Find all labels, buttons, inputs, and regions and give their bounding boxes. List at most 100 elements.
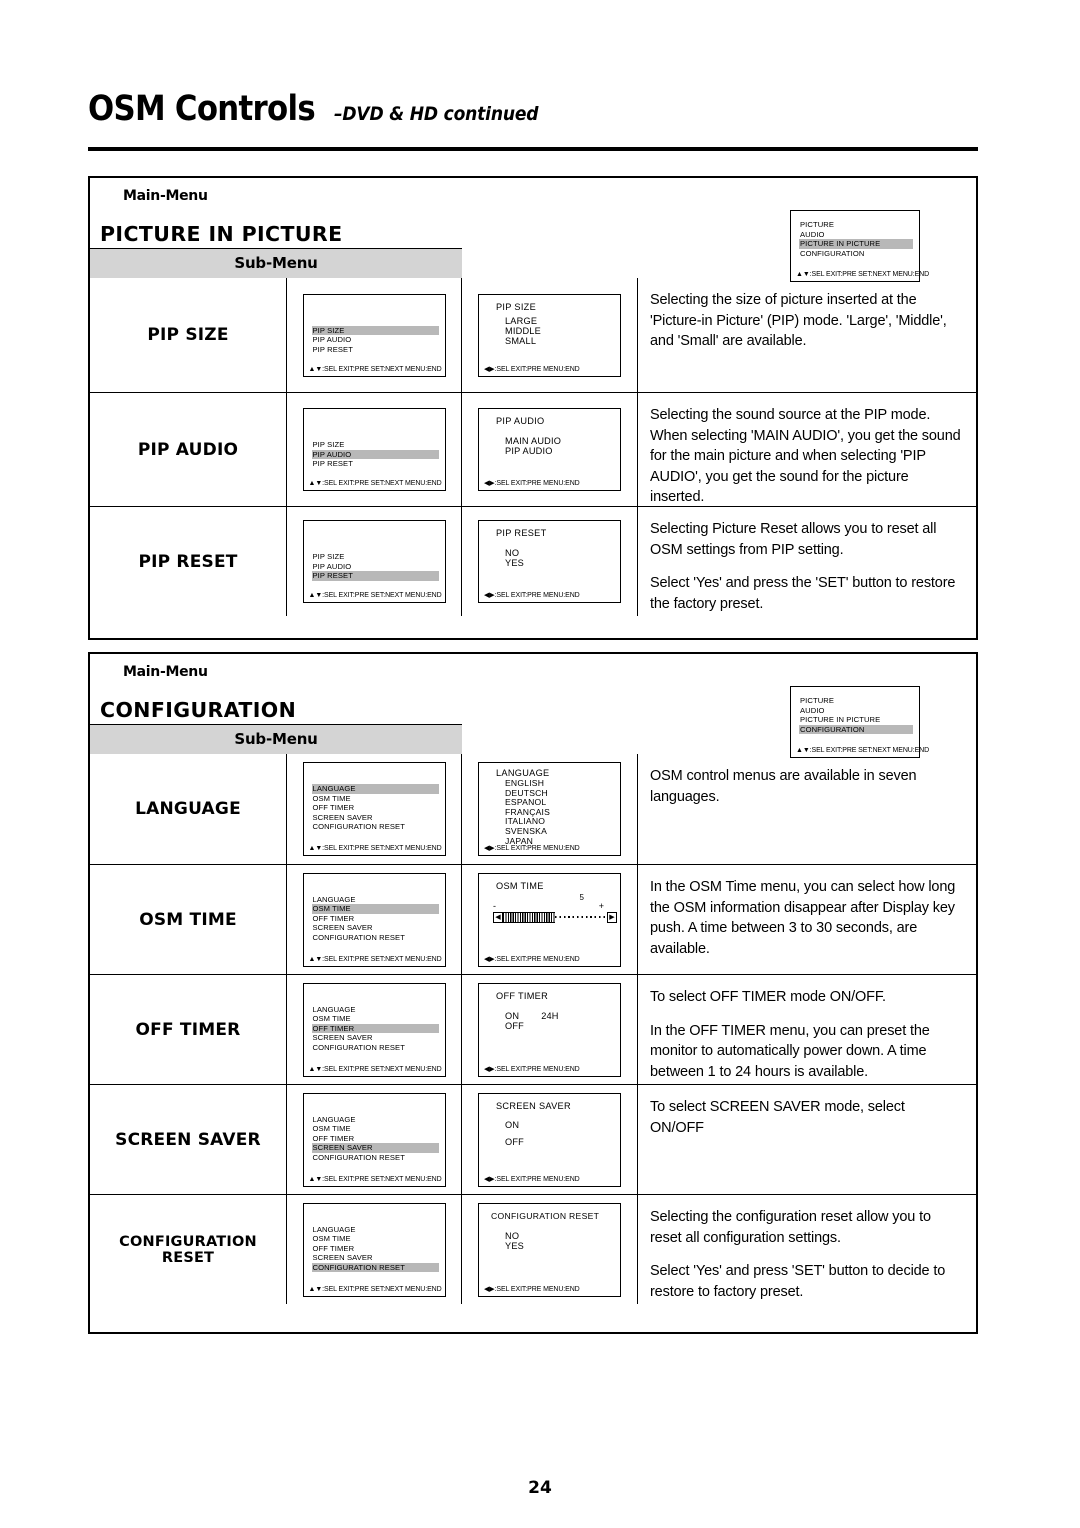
osd-option-title: PIP AUDIO bbox=[496, 416, 545, 426]
description-paragraph: Selecting the configuration reset allow … bbox=[650, 1209, 931, 1246]
osd-menu-item: OFF TIMER bbox=[312, 913, 355, 923]
slider-minus-label: - bbox=[493, 900, 496, 911]
osd-submenu-off-timer: LANGUAGE OSM TIME OFF TIMER SCREEN SAVER… bbox=[287, 975, 462, 1084]
osd-options-screen-saver: SCREEN SAVER ON OFF ◀▶:SEL EXIT:PRE MENU… bbox=[462, 1085, 638, 1194]
row-description-off-timer: To select OFF TIMER mode ON/OFF. In the … bbox=[638, 975, 976, 1084]
osd-menu-item: OSM TIME bbox=[312, 1124, 351, 1134]
osd-main-menu-pip: PICTURE AUDIO PICTURE IN PICTURE CONFIGU… bbox=[790, 210, 929, 282]
osd-options-pip-reset: PIP RESET NO YES ◀▶:SEL EXIT:PRE MENU:EN… bbox=[462, 507, 638, 616]
osd-option-list: ENGLISH DEUTSCH ESPANOL FRANÇAIS ITALIAN… bbox=[487, 778, 614, 846]
osd-list: LANGUAGE OSM TIME OFF TIMER SCREEN SAVER… bbox=[311, 1225, 439, 1273]
description-paragraph: Select 'Yes' and press 'SET' button to d… bbox=[650, 1263, 946, 1300]
page-header: OSM Controls –DVD & HD continued bbox=[88, 92, 978, 151]
osd-menu-item: LANGUAGE bbox=[312, 894, 356, 904]
osd-footer-hints: ◀▶:SEL EXIT:PRE MENU:END bbox=[484, 1065, 580, 1073]
osd-menu-item: PICTURE IN PICTURE bbox=[800, 715, 881, 725]
osd-option-list: ON 24H OFF bbox=[487, 1005, 614, 1032]
osd-footer-hints: ◀▶:SEL EXIT:PRE MENU:END bbox=[484, 1285, 580, 1293]
row-description-configuration-reset: Selecting the configuration reset allow … bbox=[638, 1195, 976, 1304]
osd-option-value: 24H bbox=[541, 1010, 559, 1021]
section-title-pip: PICTURE IN PICTURE bbox=[100, 222, 343, 246]
osd-main-menu-configuration: PICTURE AUDIO PICTURE IN PICTURE CONFIGU… bbox=[790, 686, 929, 758]
osd-menu-item: OFF TIMER bbox=[312, 803, 355, 813]
osd-option-title: SCREEN SAVER bbox=[496, 1100, 571, 1111]
osd-menu-item: PICTURE bbox=[800, 696, 835, 705]
row-label-text: PIP AUDIO bbox=[137, 439, 239, 460]
description-paragraph: To select OFF TIMER mode ON/OFF. bbox=[650, 989, 886, 1005]
osd-submenu-language: LANGUAGE OSM TIME OFF TIMER SCREEN SAVER… bbox=[287, 754, 462, 864]
osd-footer-hints: ▲▼:SEL EXIT:PRE SET:NEXT MENU:END bbox=[308, 1175, 442, 1183]
osd-menu-item: SCREEN SAVER bbox=[312, 1033, 373, 1043]
row-label-pip-audio: PIP AUDIO bbox=[90, 393, 287, 506]
osd-menu-item: PIP RESET bbox=[312, 459, 353, 469]
osd-option-item: PIP AUDIO bbox=[505, 446, 553, 457]
osd-option-item: OFF bbox=[505, 1020, 524, 1031]
sub-menu-label: Sub-Menu bbox=[234, 254, 318, 272]
section-configuration: Main-Menu CONFIGURATION PICTURE AUDIO PI… bbox=[88, 652, 978, 1334]
description-paragraph: Selecting the sound source at the PIP mo… bbox=[650, 407, 961, 506]
osd-submenu-screen-saver: LANGUAGE OSM TIME OFF TIMER SCREEN SAVER… bbox=[287, 1085, 462, 1194]
osm-time-slider[interactable]: 5 - + ◀ ▶ bbox=[493, 893, 617, 925]
osd-menu-item: LANGUAGE bbox=[312, 1114, 356, 1124]
description-paragraph: Selecting the size of picture inserted a… bbox=[650, 292, 947, 350]
osd-footer-hints: ▲▼:SEL EXIT:PRE SET:NEXT MENU:END bbox=[308, 1065, 442, 1073]
osd-submenu-pip-size: PIP SIZE PIP AUDIO PIP RESET ▲▼:SEL EXIT… bbox=[287, 278, 462, 392]
osd-menu-item-selected: PIP RESET bbox=[311, 571, 439, 581]
osd-main-menu-list: PICTURE AUDIO PICTURE IN PICTURE CONFIGU… bbox=[799, 220, 913, 258]
row-description-pip-audio: Selecting the sound source at the PIP mo… bbox=[638, 393, 976, 506]
slider-track[interactable]: ◀ ▶ bbox=[493, 911, 617, 923]
osd-option-label: ON bbox=[505, 1010, 520, 1021]
osd-menu-item: PIP RESET bbox=[312, 344, 353, 354]
osd-menu-item: LANGUAGE bbox=[312, 1004, 356, 1014]
osd-footer-hints: ▲▼:SEL EXIT:PRE SET:NEXT MENU:END bbox=[796, 271, 930, 278]
osd-menu-item-selected: SCREEN SAVER bbox=[311, 1143, 439, 1153]
osd-menu-item: CONFIGURATION RESET bbox=[312, 1042, 405, 1052]
osd-option-list: ON OFF bbox=[487, 1115, 614, 1151]
osd-menu-item: OFF TIMER bbox=[312, 1133, 355, 1143]
osd-footer-hints: ◀▶:SEL EXIT:PRE MENU:END bbox=[484, 480, 580, 487]
osd-options-pip-audio: PIP AUDIO MAIN AUDIO PIP AUDIO ◀▶:SEL EX… bbox=[462, 393, 638, 506]
osd-option-item: MIDDLE bbox=[505, 325, 541, 336]
osd-options-configuration-reset: CONFIGURATION RESET NO YES ◀▶:SEL EXIT:P… bbox=[462, 1195, 638, 1304]
osd-option-item: YES bbox=[505, 558, 524, 569]
description-paragraph: Selecting Picture Reset allows you to re… bbox=[650, 521, 937, 558]
osd-footer-hints: ◀▶:SEL EXIT:PRE MENU:END bbox=[484, 955, 580, 963]
osd-menu-item: OFF TIMER bbox=[312, 1243, 355, 1253]
osd-list: PIP SIZE PIP AUDIO PIP RESET bbox=[311, 440, 439, 469]
slider-right-arrow-icon[interactable]: ▶ bbox=[607, 911, 617, 923]
page-title-subtitle: –DVD & HD continued bbox=[333, 103, 539, 125]
sub-menu-band-configuration: Sub-Menu bbox=[90, 724, 462, 754]
row-description-osm-time: In the OSM Time menu, you can select how… bbox=[638, 865, 976, 974]
osd-menu-item-selected: PIP SIZE bbox=[311, 325, 439, 336]
slider-left-arrow-icon[interactable]: ◀ bbox=[493, 911, 503, 923]
osd-menu-item: PIP SIZE bbox=[312, 440, 345, 449]
section-title-configuration: CONFIGURATION bbox=[100, 698, 297, 722]
row-label-text: LANGUAGE bbox=[135, 799, 241, 819]
osd-footer-hints: ▲▼:SEL EXIT:PRE SET:NEXT MENU:END bbox=[308, 365, 442, 373]
osd-menu-item: CONFIGURATION bbox=[800, 248, 865, 258]
osd-option-title: PIP RESET bbox=[496, 528, 547, 538]
table-row: CONFIGURATION RESET LANGUAGE OSM TIME OF… bbox=[90, 1194, 976, 1304]
osd-menu-item: OSM TIME bbox=[312, 793, 351, 803]
osd-option-item: LARGE bbox=[505, 315, 538, 326]
row-label-off-timer: OFF TIMER bbox=[90, 975, 287, 1084]
title-divider bbox=[88, 147, 978, 151]
row-description-screen-saver: To select SCREEN SAVER mode, select ON/O… bbox=[638, 1085, 976, 1194]
table-row: LANGUAGE LANGUAGE OSM TIME OFF TIMER SCR… bbox=[90, 754, 976, 864]
table-row: OSM TIME LANGUAGE OSM TIME OFF TIMER SCR… bbox=[90, 864, 976, 974]
osd-main-menu-list: PICTURE AUDIO PICTURE IN PICTURE CONFIGU… bbox=[799, 696, 913, 735]
osd-option-title: PIP SIZE bbox=[496, 301, 537, 312]
row-label-configuration-reset: CONFIGURATION RESET bbox=[90, 1195, 287, 1304]
section-picture-in-picture: Main-Menu PICTURE IN PICTURE PICTURE AUD… bbox=[88, 176, 978, 640]
osd-option-list: MAIN AUDIO PIP AUDIO bbox=[487, 430, 614, 457]
description-paragraph: In the OSM Time menu, you can select how… bbox=[650, 879, 956, 957]
osd-option-item: YES bbox=[505, 1240, 524, 1251]
osd-option-item: OFF bbox=[505, 1136, 524, 1147]
document-page: OSM Controls –DVD & HD continued Main-Me… bbox=[0, 0, 1080, 1528]
osd-options-off-timer: OFF TIMER ON 24H OFF ◀▶:SEL EXIT:PRE MENU… bbox=[462, 975, 638, 1084]
osd-options-pip-size: PIP SIZE LARGE MIDDLE SMALL ◀▶:SEL EXIT:… bbox=[462, 278, 638, 392]
osd-footer-hints: ◀▶:SEL EXIT:PRE MENU:END bbox=[484, 845, 580, 852]
row-label-pip-reset: PIP RESET bbox=[90, 507, 287, 616]
osd-menu-item: SCREEN SAVER bbox=[312, 812, 373, 822]
osd-list: LANGUAGE OSM TIME OFF TIMER SCREEN SAVER… bbox=[311, 1004, 439, 1053]
